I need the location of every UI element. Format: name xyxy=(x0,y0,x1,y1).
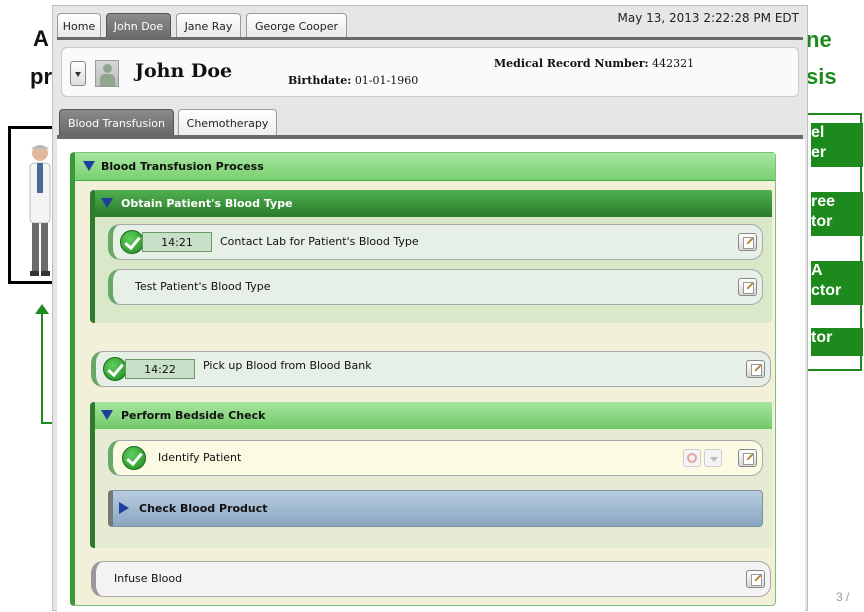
task-time: 14:21 xyxy=(142,232,212,252)
birthdate: Birthdate: 01-01-1960 xyxy=(288,74,418,87)
group-header[interactable]: Perform Bedside Check xyxy=(95,402,772,429)
mrn-value: 442321 xyxy=(652,57,695,70)
check-circle-icon xyxy=(120,230,144,254)
subgroup-check-blood-product[interactable]: Check Blood Product xyxy=(108,490,763,527)
birthdate-value: 01-01-1960 xyxy=(354,74,419,87)
slide-heading-fragment: A xyxy=(33,26,49,51)
task-contact-lab[interactable]: 14:21 Contact Lab for Patient's Blood Ty… xyxy=(108,224,763,260)
slide-panel-item: ree tor xyxy=(811,192,863,236)
tab-jane-ray[interactable]: Jane Ray xyxy=(176,13,241,38)
triangle-down-icon[interactable] xyxy=(101,410,113,420)
group-bedside-check: Perform Bedside Check Identify Patient C… xyxy=(90,402,772,548)
tab-home[interactable]: Home xyxy=(57,13,101,38)
tab-george-cooper[interactable]: George Cooper xyxy=(246,13,347,38)
task-label: Test Patient's Blood Type xyxy=(135,280,271,293)
process-title: Blood Transfusion Process xyxy=(101,160,264,173)
process-header[interactable]: Blood Transfusion Process xyxy=(75,153,775,181)
patient-header: John Doe Birthdate: 01-01-1960 Medical R… xyxy=(61,47,799,97)
check-circle-icon xyxy=(122,446,146,470)
task-label: Pick up Blood from Blood Bank xyxy=(203,359,372,372)
patient-menu-dropdown[interactable] xyxy=(70,61,86,86)
slide-heading-fragment: ne xyxy=(806,27,832,52)
avatar-head-icon xyxy=(103,64,112,73)
avatar xyxy=(95,60,119,87)
no-entry-icon[interactable] xyxy=(683,449,701,467)
check-circle-icon xyxy=(103,357,127,381)
edit-note-icon[interactable] xyxy=(738,449,757,467)
page-number: 3 / xyxy=(836,590,850,604)
tab-chemotherapy[interactable]: Chemotherapy xyxy=(178,109,277,137)
slide-heading-fragment: sis xyxy=(806,64,837,89)
task-time: 14:22 xyxy=(125,359,195,379)
workflow-area: Blood Transfusion Process Obtain Patient… xyxy=(57,139,805,612)
group-title: Obtain Patient's Blood Type xyxy=(121,197,293,210)
slide-right-panel: el er ree tor A ctor tor xyxy=(801,113,863,371)
chevron-down-icon[interactable] xyxy=(704,449,722,467)
tab-blood-transfusion[interactable]: Blood Transfusion xyxy=(59,109,174,137)
medical-record-number: Medical Record Number: 442321 xyxy=(494,57,694,70)
slide-panel-item: tor xyxy=(811,328,863,356)
birthdate-label: Birthdate: xyxy=(288,74,352,87)
doctor-image xyxy=(29,145,51,276)
edit-note-icon[interactable] xyxy=(746,570,765,588)
task-label: Contact Lab for Patient's Blood Type xyxy=(220,235,419,248)
tab-divider xyxy=(57,37,803,40)
triangle-right-icon[interactable] xyxy=(119,502,129,514)
process-panel: Blood Transfusion Process Obtain Patient… xyxy=(70,152,776,606)
app-window: Home John Doe Jane Ray George Cooper May… xyxy=(52,5,808,612)
mrn-label: Medical Record Number: xyxy=(494,57,649,70)
triangle-down-icon[interactable] xyxy=(101,198,113,208)
task-label: Identify Patient xyxy=(158,451,242,464)
task-pickup-blood[interactable]: 14:22 Pick up Blood from Blood Bank xyxy=(91,351,771,387)
group-obtain-blood-type: Obtain Patient's Blood Type 14:21 Contac… xyxy=(90,190,772,323)
patient-name: John Doe xyxy=(135,60,233,82)
triangle-down-icon[interactable] xyxy=(83,161,95,171)
edit-note-icon[interactable] xyxy=(746,360,765,378)
task-test-blood-type[interactable]: Test Patient's Blood Type xyxy=(108,269,763,305)
current-timestamp: May 13, 2013 2:22:28 PM EDT xyxy=(617,11,799,25)
task-label: Infuse Blood xyxy=(114,572,183,585)
edit-note-icon[interactable] xyxy=(738,278,757,296)
subgroup-title: Check Blood Product xyxy=(139,502,268,515)
task-infuse-blood[interactable]: Infuse Blood xyxy=(91,561,771,597)
connector-line xyxy=(41,312,43,424)
avatar-body-icon xyxy=(100,74,115,86)
slide-panel-item: el er xyxy=(811,123,863,167)
edit-note-icon[interactable] xyxy=(738,233,757,251)
group-title: Perform Bedside Check xyxy=(121,409,266,422)
slide-heading-fragment: pr xyxy=(30,64,52,89)
task-identify-patient[interactable]: Identify Patient xyxy=(108,440,763,476)
tab-john-doe[interactable]: John Doe xyxy=(106,13,171,38)
group-header[interactable]: Obtain Patient's Blood Type xyxy=(95,190,772,217)
slide-panel-item: A ctor xyxy=(811,261,863,305)
